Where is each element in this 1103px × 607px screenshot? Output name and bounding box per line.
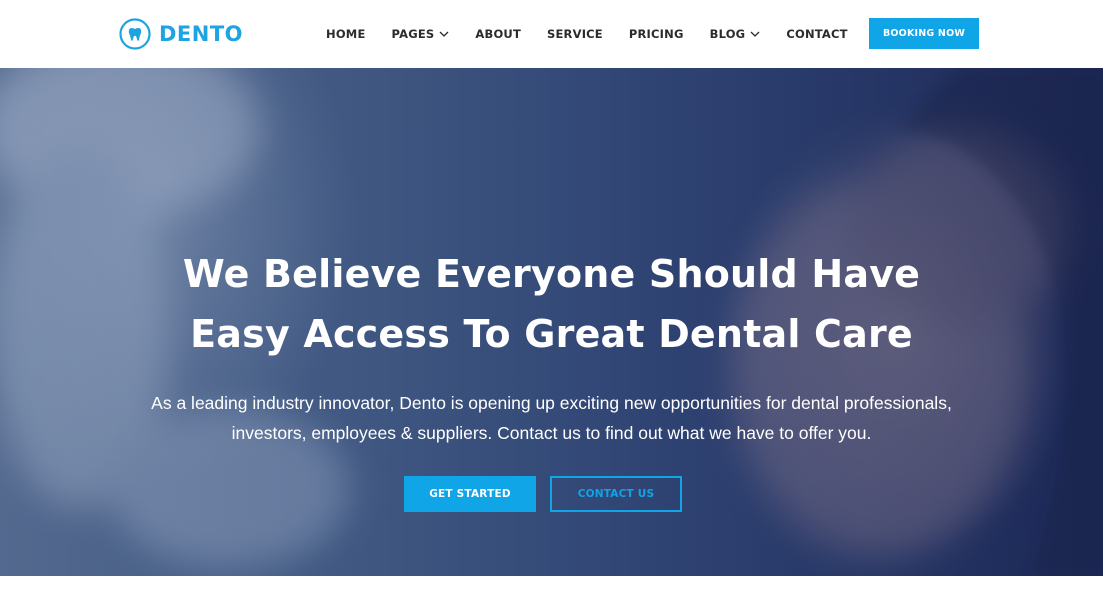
nav-item-pages[interactable]: PAGES xyxy=(379,27,463,41)
nav-item-service[interactable]: SERVICE xyxy=(534,27,616,41)
nav-item-label: PAGES xyxy=(391,27,435,41)
nav-item-label: BLOG xyxy=(709,27,746,41)
nav-item-blog[interactable]: BLOG xyxy=(697,27,774,41)
nav-item-label: PRICING xyxy=(628,27,684,41)
hero-title-line: We Believe Everyone Should Have xyxy=(182,252,921,296)
nav-item-home[interactable]: HOME xyxy=(313,27,379,41)
hero-subtitle-line: As a leading industry innovator, Dento i… xyxy=(151,393,952,413)
nav-item-pricing[interactable]: PRICING xyxy=(616,27,697,41)
contact-us-button[interactable]: CONTACT US xyxy=(550,476,682,512)
hero-subtitle-line: investors, employees & suppliers. Contac… xyxy=(231,423,872,443)
tooth-icon xyxy=(119,18,151,50)
hero-subtitle: As a leading industry innovator, Dento i… xyxy=(0,388,1103,448)
chevron-down-icon xyxy=(750,31,760,37)
nav-item-label: ABOUT xyxy=(475,27,521,41)
nav-item-about[interactable]: ABOUT xyxy=(462,27,534,41)
hero-section: We Believe Everyone Should Have Easy Acc… xyxy=(0,68,1103,576)
brand-name: DENTO xyxy=(159,22,244,46)
hero-title: We Believe Everyone Should Have Easy Acc… xyxy=(0,244,1103,364)
hero-title-line: Easy Access To Great Dental Care xyxy=(190,312,913,356)
nav-item-label: SERVICE xyxy=(547,27,603,41)
logo[interactable]: DENTO xyxy=(119,18,243,50)
nav-item-label: CONTACT xyxy=(786,27,848,41)
get-started-button[interactable]: GET STARTED xyxy=(404,476,536,512)
nav-item-label: HOME xyxy=(326,27,366,41)
site-header: DENTO HOME PAGES ABOUT SERVICE PRICING B… xyxy=(0,0,1103,68)
main-nav: HOME PAGES ABOUT SERVICE PRICING BLOG CO… xyxy=(313,0,861,68)
chevron-down-icon xyxy=(439,31,449,37)
nav-item-contact[interactable]: CONTACT xyxy=(773,27,860,41)
booking-now-button[interactable]: BOOKING NOW xyxy=(869,18,979,49)
